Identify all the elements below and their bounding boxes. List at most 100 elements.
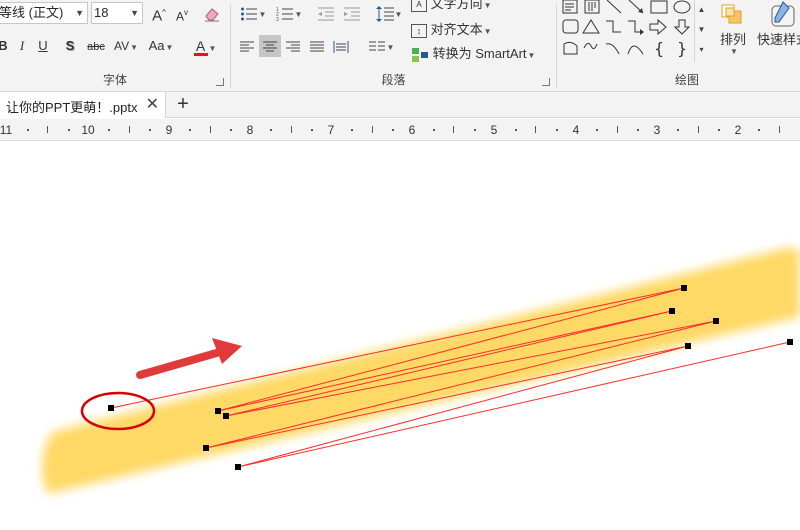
ruler-tick: [128, 126, 130, 133]
underline-label: U: [38, 38, 48, 53]
font-size-select[interactable]: 18 ▼: [91, 2, 143, 24]
scroll-up-icon[interactable]: ▲: [695, 0, 708, 20]
character-spacing-button[interactable]: AV▼: [110, 35, 142, 57]
ruler-tick: [473, 129, 476, 131]
italic-label: I: [19, 38, 25, 53]
ruler-label: 11: [0, 123, 13, 137]
align-center-button[interactable]: [259, 35, 281, 57]
font-family-select[interactable]: 等线 (正文) ▼: [0, 2, 88, 24]
arrange-icon: [721, 4, 742, 24]
slide-canvas[interactable]: [0, 142, 800, 530]
elbow-connector-shape-icon[interactable]: [606, 20, 621, 33]
right-arrow-shape-icon[interactable]: [649, 18, 667, 36]
elbow-arrow-connector-shape-icon[interactable]: [628, 20, 644, 35]
columns-icon: [368, 41, 385, 51]
ruler-label: 2: [734, 123, 742, 137]
grow-font-button[interactable]: A^: [148, 2, 170, 24]
change-case-button[interactable]: Aa▼: [144, 35, 178, 57]
document-tab[interactable]: 让你的PPT更萌！.pptx ✕: [0, 92, 166, 118]
pointer-arrow-annotation: [136, 338, 242, 379]
ruler-tick: [189, 129, 192, 131]
shrink-font-label: A: [175, 9, 184, 24]
distributed-button[interactable]: [331, 35, 351, 57]
textbox-shape-icon[interactable]: [562, 0, 578, 14]
paragraph-dialog-launcher-icon[interactable]: [542, 78, 550, 86]
font-group: 等线 (正文) ▼ 18 ▼ A^ Av B I U: [0, 0, 230, 91]
vertex-handle[interactable]: [108, 405, 114, 411]
arc-shape-icon[interactable]: [627, 45, 644, 55]
quick-styles-button[interactable]: 快速样式: [757, 0, 800, 62]
case-label: Aa: [148, 38, 165, 53]
font-color-button[interactable]: A ▼: [190, 35, 220, 57]
horizontal-ruler[interactable]: 11 10 9 8 7 6 5 4 3 2: [0, 119, 800, 141]
vertex-handle[interactable]: [223, 413, 229, 419]
numbering-button[interactable]: 1 2 3 ▼: [273, 2, 305, 24]
slide-drawing[interactable]: [0, 142, 800, 530]
close-icon[interactable]: ✕: [146, 94, 159, 114]
bullets-button[interactable]: ▼: [237, 2, 269, 24]
justify-button[interactable]: [307, 35, 327, 57]
bold-button[interactable]: B: [0, 35, 10, 57]
ruler-tick: [514, 129, 517, 131]
grow-font-label: A: [152, 7, 163, 25]
gallery-more-icon[interactable]: ▾: [695, 40, 708, 60]
vertex-handle[interactable]: [669, 308, 675, 314]
decrease-indent-button[interactable]: [315, 2, 337, 24]
italic-button[interactable]: I: [15, 35, 29, 57]
shadow-label: S: [65, 38, 75, 53]
arrange-button[interactable]: 排列 ▼: [715, 0, 751, 62]
scribble-shape-icon[interactable]: [583, 42, 598, 50]
chevron-down-icon: ▼: [130, 8, 139, 18]
vertex-handle[interactable]: [713, 318, 719, 324]
text-direction-icon: A: [411, 0, 427, 12]
left-brace-shape-icon[interactable]: {: [654, 39, 664, 58]
align-right-button[interactable]: [283, 35, 303, 57]
right-brace-shape-icon[interactable]: }: [677, 39, 687, 58]
strikethrough-button[interactable]: abc: [84, 35, 108, 57]
ruler-label: 10: [81, 123, 95, 137]
gallery-scroll[interactable]: ▲ ▼ ▾: [694, 0, 708, 62]
ruler-tick: [351, 129, 354, 131]
vertex-handle[interactable]: [235, 464, 241, 470]
vertical-textbox-shape-icon[interactable]: [584, 0, 600, 14]
vertex-handle[interactable]: [787, 339, 793, 345]
chevron-down-icon: ▼: [483, 27, 492, 36]
ruler-tick: [290, 126, 292, 133]
ruler-tick: [26, 129, 29, 131]
curve-shape-icon[interactable]: [605, 43, 620, 55]
text-shadow-button[interactable]: S: [63, 35, 77, 57]
down-arrow-shape-icon[interactable]: [673, 19, 691, 35]
line-spacing-icon: [375, 5, 394, 22]
align-text-button[interactable]: ↕ 对齐文本▼: [411, 19, 511, 41]
arrow-line-shape-icon[interactable]: [628, 0, 644, 14]
clear-format-button[interactable]: [201, 2, 223, 24]
line-shape-icon[interactable]: [606, 0, 622, 14]
freeform-shape-icon[interactable]: [563, 41, 578, 55]
columns-button[interactable]: ▼: [365, 35, 397, 57]
shapes-gallery[interactable]: { }: [561, 0, 697, 60]
scroll-down-icon[interactable]: ▼: [695, 20, 708, 40]
oval-shape-icon[interactable]: [673, 0, 691, 14]
text-direction-button[interactable]: A 文字方向▼: [411, 0, 511, 15]
triangle-shape-icon[interactable]: [582, 19, 600, 34]
rounded-rectangle-shape-icon[interactable]: [562, 19, 579, 34]
line-spacing-button[interactable]: ▼: [373, 2, 405, 24]
chevron-down-icon: ▼: [75, 8, 84, 18]
paragraph-group: ▼ 1 2 3 ▼ ▼ A 文字方向▼ ▼ ↕ 对齐文本▼ 转换为 SmartA…: [231, 0, 556, 91]
ruler-label: 4: [572, 123, 580, 137]
font-dialog-launcher-icon[interactable]: [216, 78, 224, 86]
vertex-handle[interactable]: [215, 408, 221, 414]
chevron-down-icon: ▼: [483, 1, 492, 10]
vertex-handle[interactable]: [203, 445, 209, 451]
align-left-button[interactable]: [237, 35, 257, 57]
ruler-label: 6: [408, 123, 416, 137]
convert-smartart-button[interactable]: 转换为 SmartArt▼: [411, 43, 551, 65]
rectangle-shape-icon[interactable]: [650, 0, 668, 14]
vertex-handle[interactable]: [685, 343, 691, 349]
new-tab-button[interactable]: +: [172, 92, 194, 118]
underline-button[interactable]: U: [36, 35, 50, 57]
vertex-handle[interactable]: [681, 285, 687, 291]
increase-indent-button[interactable]: [341, 2, 363, 24]
ruler-tick: [535, 126, 536, 133]
shrink-font-button[interactable]: Av: [172, 2, 192, 24]
